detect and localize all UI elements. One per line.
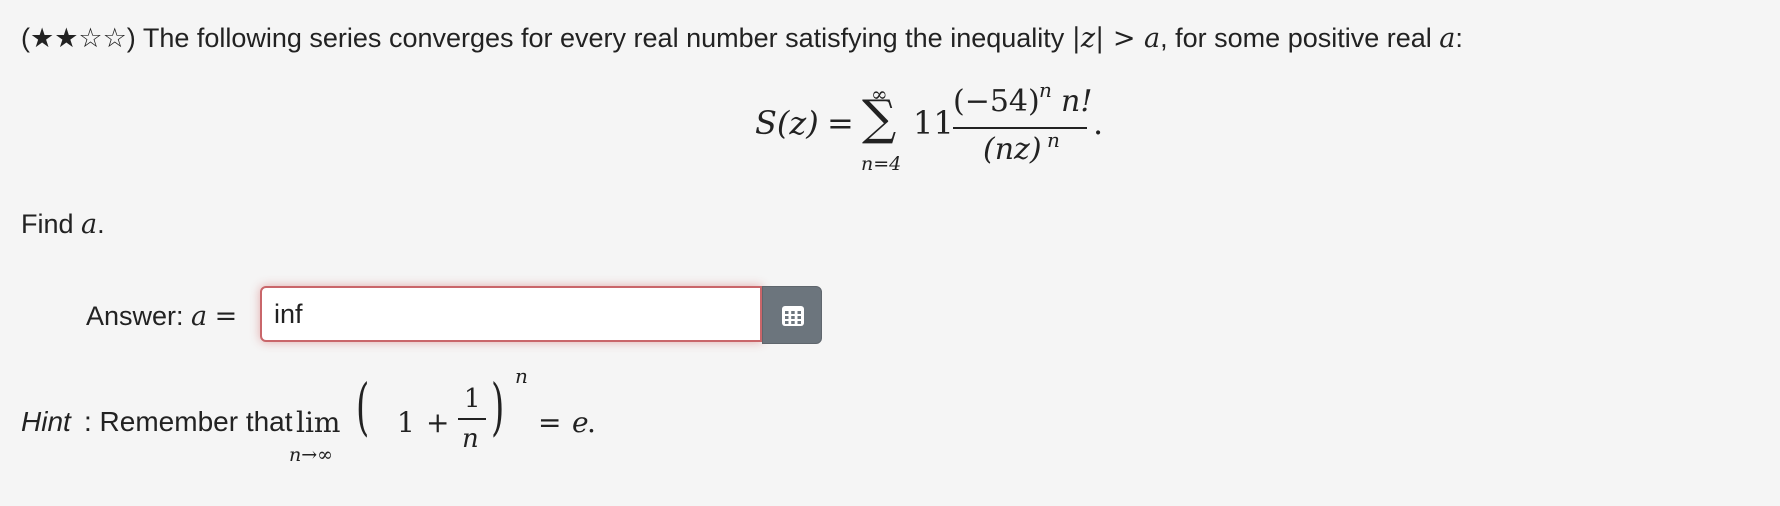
hint-frac-numerator: 1 xyxy=(464,384,481,414)
problem-text: The following series converges for every… xyxy=(135,23,1072,53)
difficulty-stars: (★★☆☆) xyxy=(21,23,136,53)
answer-input[interactable] xyxy=(260,286,762,342)
formula-coefficient: 11 xyxy=(913,104,954,142)
numerator-exponent: n xyxy=(1039,78,1052,102)
numerator-factorial: n! xyxy=(1061,84,1093,119)
hint-plus: + xyxy=(426,406,450,439)
answer-variable: a xyxy=(191,301,208,332)
formula-period: . xyxy=(1093,104,1104,142)
hint-period: . xyxy=(587,406,596,439)
greater-than: > xyxy=(1104,23,1145,54)
limit-subscript: n→∞ xyxy=(289,444,333,466)
answer-label-text: Answer: xyxy=(86,301,192,331)
abs-left-bar: | xyxy=(1071,23,1081,54)
left-paren: ( xyxy=(356,370,370,443)
colon: : xyxy=(1455,23,1463,53)
find-text: Find xyxy=(21,209,82,239)
hint-exponent: n xyxy=(515,364,528,388)
right-paren: ) xyxy=(491,370,505,443)
find-period: . xyxy=(97,209,105,239)
formula-numerator: (−54) xyxy=(953,84,1040,119)
answer-equals: = xyxy=(214,301,238,332)
fraction-bar xyxy=(953,127,1087,129)
formula-denominator: (nz) xyxy=(983,132,1042,167)
find-instruction: Find a. xyxy=(21,206,105,243)
hint-label: Hint xyxy=(21,406,71,437)
formula-lhs: S(z) xyxy=(755,104,819,142)
abs-variable: z xyxy=(1080,23,1096,54)
answer-label: Answer: a = xyxy=(86,298,237,335)
denominator-exponent: n xyxy=(1047,128,1060,152)
variable-a: a xyxy=(1144,23,1161,54)
find-variable: a xyxy=(81,209,98,240)
variable-a-2: a xyxy=(1439,23,1456,54)
sum-sign: ∑ xyxy=(862,90,897,146)
hint-frac-denominator: n xyxy=(462,424,479,454)
sum-lower-limit: n=4 xyxy=(861,153,902,175)
hint-fraction-bar xyxy=(458,418,486,420)
formula-equals: = xyxy=(827,104,854,142)
problem-text-after: , for some positive real xyxy=(1160,23,1440,53)
hint-equals: = xyxy=(538,406,562,439)
matrix-grid-icon xyxy=(782,306,804,326)
hint-text: : Remember that xyxy=(84,406,293,437)
problem-statement: (★★☆☆) The following series converges fo… xyxy=(21,20,1463,57)
matrix-input-button[interactable] xyxy=(762,286,822,344)
hint-one: 1 xyxy=(397,406,415,439)
abs-right-bar: | xyxy=(1095,23,1105,54)
limit-operator: lim xyxy=(296,406,341,439)
